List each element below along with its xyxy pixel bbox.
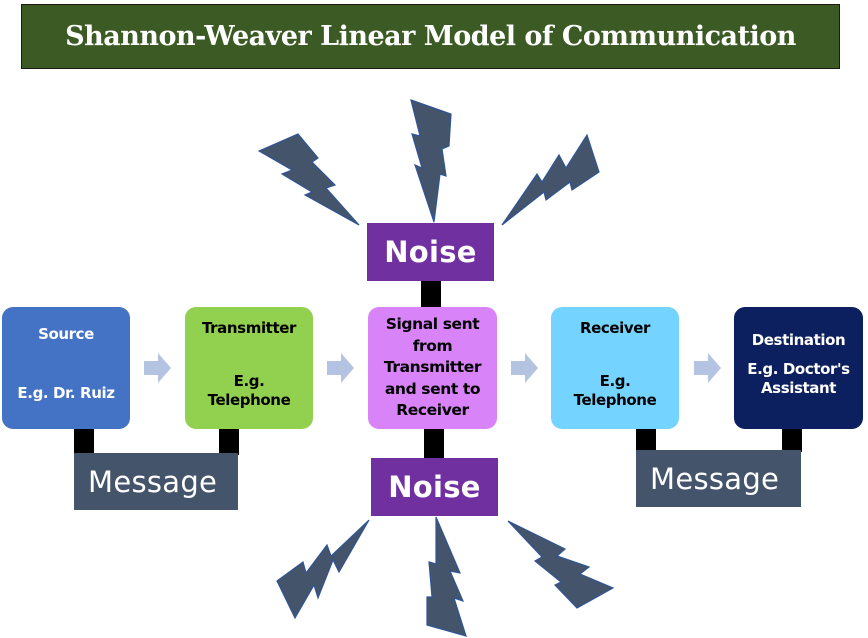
message-box-left: Message bbox=[74, 453, 238, 510]
right-arrow-icon bbox=[694, 353, 721, 383]
lightning-bolt-icon bbox=[257, 133, 360, 226]
transmitter-node: Transmitter E.g. Telephone bbox=[185, 307, 313, 429]
message-box-right: Message bbox=[636, 450, 801, 507]
lightning-bolt-icon bbox=[507, 520, 615, 609]
lightning-bolt-icon bbox=[426, 516, 467, 637]
noise-box-bottom: Noise bbox=[371, 458, 498, 516]
source-label: Source bbox=[38, 325, 94, 343]
signal-text-line: Signal sent bbox=[385, 315, 480, 334]
page-title: Shannon-Weaver Linear Model of Communica… bbox=[65, 21, 796, 52]
source-node: Source E.g. Dr. Ruiz bbox=[2, 307, 130, 429]
lightning-bolt-icon bbox=[410, 99, 452, 223]
message-label: Message bbox=[650, 461, 780, 496]
transmitter-message-connector bbox=[219, 429, 239, 455]
signal-text-line: and sent to bbox=[384, 379, 481, 398]
destination-example-line2: Assistant bbox=[760, 379, 837, 397]
noise-box-top: Noise bbox=[367, 223, 494, 281]
noise-label: Noise bbox=[384, 235, 477, 269]
signal-text-line: Transmitter bbox=[383, 358, 482, 377]
transmitter-example: Telephone bbox=[207, 391, 291, 409]
title-banner: Shannon-Weaver Linear Model of Communica… bbox=[21, 4, 840, 69]
lightning-bolt-icon bbox=[501, 133, 600, 226]
destination-label: Destination bbox=[751, 331, 846, 349]
right-arrow-icon bbox=[327, 353, 354, 383]
signal-node: Signal sent from Transmitter and sent to… bbox=[368, 307, 497, 429]
destination-example-line1: E.g. Doctor's bbox=[747, 360, 850, 378]
receiver-node: Receiver E.g. Telephone bbox=[551, 307, 679, 429]
lightning-bolt-icon bbox=[276, 519, 370, 620]
source-example: E.g. Dr. Ruiz bbox=[17, 384, 115, 402]
source-message-connector bbox=[74, 429, 94, 455]
receiver-example: Telephone bbox=[573, 391, 657, 409]
bottom-noise-connector bbox=[424, 428, 444, 459]
receiver-message-connector bbox=[636, 429, 656, 452]
right-arrow-icon bbox=[144, 353, 171, 383]
transmitter-example-prefix: E.g. bbox=[233, 372, 265, 390]
signal-text-line: from bbox=[412, 336, 453, 355]
signal-text-line: Receiver bbox=[396, 401, 469, 420]
right-arrow-icon bbox=[511, 353, 538, 383]
destination-node: Destination E.g. Doctor's Assistant bbox=[734, 307, 863, 429]
destination-message-connector bbox=[782, 429, 802, 452]
noise-label: Noise bbox=[388, 470, 481, 504]
transmitter-label: Transmitter bbox=[202, 319, 296, 337]
top-noise-connector bbox=[421, 281, 441, 308]
receiver-label: Receiver bbox=[579, 319, 651, 337]
receiver-example-prefix: E.g. bbox=[599, 372, 631, 390]
message-label: Message bbox=[88, 464, 218, 499]
